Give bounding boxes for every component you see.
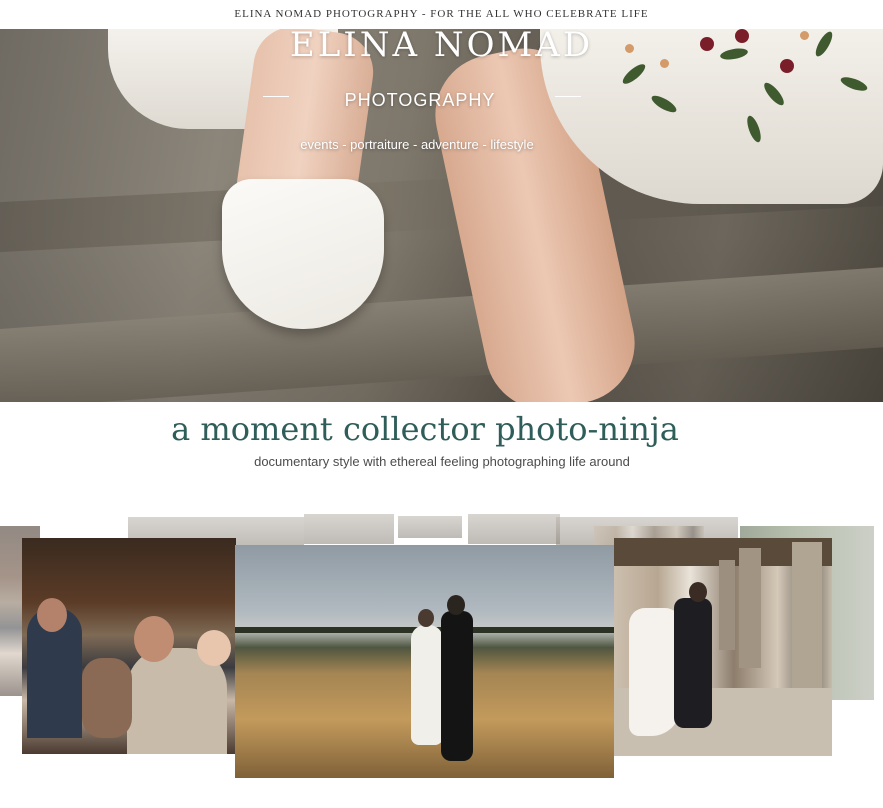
topbar-text: ELINA NOMAD PHOTOGRAPHY - FOR THE ALL WH…	[234, 8, 649, 20]
page-subtagline: documentary style with ethereal feeling …	[254, 454, 630, 469]
site-topbar: ELINA NOMAD PHOTOGRAPHY - FOR THE ALL WH…	[0, 0, 883, 29]
gallery-thumb[interactable]	[398, 516, 462, 538]
hero-title: ELINA NOMAD	[289, 29, 594, 65]
hero-stone-edge	[0, 267, 883, 402]
hero-subtitle: PHOTOGRAPHY	[344, 90, 496, 110]
family-gathering-photo[interactable]	[22, 538, 236, 754]
gallery-thumb[interactable]	[304, 514, 394, 544]
wedding-couple-field-photo[interactable]	[235, 545, 614, 778]
gallery-thumb[interactable]	[468, 514, 560, 544]
hero-banner: ELINA NOMAD PHOTOGRAPHY events - portrai…	[0, 29, 883, 402]
gallery-carousel[interactable]	[0, 512, 883, 782]
hero-services: events - portraiture - adventure - lifes…	[300, 137, 534, 152]
page-tagline: a moment collector photo-ninja	[171, 410, 679, 448]
wedding-couple-arcade-photo[interactable]	[614, 538, 832, 756]
